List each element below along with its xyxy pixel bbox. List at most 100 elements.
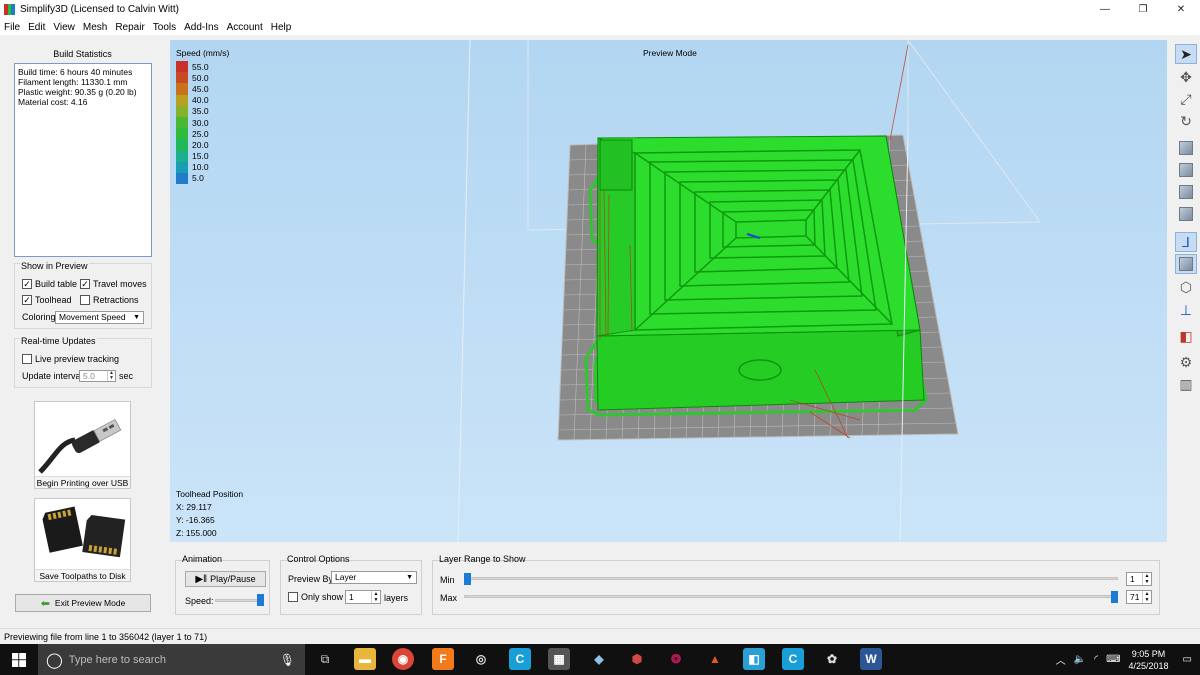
- save-toolpaths-label: Save Toolpaths to Disk: [35, 569, 130, 581]
- app-cube-icon[interactable]: ◆: [588, 648, 610, 670]
- only-show-option[interactable]: Only show: [288, 592, 343, 602]
- legend-value: 10.0: [192, 162, 209, 173]
- toolhead-position-title: Toolhead Position: [176, 489, 244, 499]
- clock[interactable]: 9:05 PM 4/25/2018: [1129, 648, 1169, 672]
- menu-view[interactable]: View: [53, 22, 75, 33]
- live-preview-option[interactable]: Live preview tracking: [22, 354, 119, 364]
- exit-preview-button[interactable]: ⬅ Exit Preview Mode: [15, 594, 151, 612]
- view-right-button[interactable]: [1175, 204, 1197, 224]
- build-statistics-box: Build time: 6 hours 40 minutes Filament …: [14, 63, 152, 257]
- max-layer-slider-handle[interactable]: [1111, 591, 1118, 603]
- rotate-tool-button[interactable]: ↻: [1175, 111, 1197, 131]
- menu-account[interactable]: Account: [227, 22, 263, 33]
- tray-chevron-icon[interactable]: ︿: [1056, 652, 1066, 667]
- solid-view-button[interactable]: [1175, 254, 1197, 274]
- task-view-icon[interactable]: ⧉: [314, 648, 336, 670]
- wireframe-view-button[interactable]: ⬡: [1175, 277, 1197, 297]
- menu-edit[interactable]: Edit: [28, 22, 45, 33]
- minimize-button[interactable]: —: [1086, 0, 1124, 19]
- show-in-preview-title: Show in Preview: [20, 261, 89, 271]
- back-arrow-icon: ⬅: [40, 597, 50, 610]
- begin-printing-usb-tile[interactable]: Begin Printing over USB: [34, 401, 131, 489]
- update-interval-spinner[interactable]: 5.0 ▲ ▼: [79, 370, 116, 382]
- coloring-select[interactable]: Movement Speed ▼: [55, 311, 144, 324]
- retractions-option[interactable]: Retractions: [80, 295, 139, 305]
- preview-viewport[interactable]: Speed (mm/s) 55.0 50.0 45.0 40.0 35.0 30.0 25.…: [170, 40, 1167, 542]
- view-left-button[interactable]: [1175, 182, 1197, 202]
- retractions-checkbox[interactable]: [80, 295, 90, 305]
- axes-toggle-button[interactable]: ⅃: [1175, 232, 1197, 252]
- spinner-arrows-icon: ▲ ▼: [371, 591, 380, 603]
- section-view-button[interactable]: ⊥: [1175, 300, 1197, 320]
- supports-button[interactable]: ▥: [1175, 374, 1197, 394]
- simplify3d-logo-icon: [4, 4, 16, 15]
- move-tool-button[interactable]: ✥: [1175, 67, 1197, 87]
- speed-legend-title: Speed (mm/s): [176, 48, 230, 58]
- menu-help[interactable]: Help: [271, 22, 292, 33]
- file-explorer-icon[interactable]: ▬: [354, 648, 376, 670]
- scale-tool-button[interactable]: ⤢: [1175, 89, 1197, 109]
- menu-mesh[interactable]: Mesh: [83, 22, 107, 33]
- app-triangle-icon[interactable]: ▲: [704, 648, 726, 670]
- menu-repair[interactable]: Repair: [115, 22, 144, 33]
- speed-slider-handle[interactable]: [256, 594, 264, 606]
- chrome-icon[interactable]: ◉: [392, 648, 414, 670]
- select-tool-button[interactable]: ➤: [1175, 44, 1197, 64]
- toolpath-preview-scene[interactable]: [170, 40, 1167, 542]
- stat-build-time: Build time: 6 hours 40 minutes: [18, 67, 133, 77]
- toolhead-option[interactable]: ✓ Toolhead: [22, 295, 72, 305]
- toolhead-checkbox[interactable]: ✓: [22, 295, 32, 305]
- preview-by-select[interactable]: Layer ▼: [331, 571, 417, 584]
- simplify3d-taskbar-icon[interactable]: ▦: [548, 648, 570, 670]
- app-gem-icon[interactable]: ⬢: [626, 648, 648, 670]
- settings-button[interactable]: ⚙: [1175, 352, 1197, 372]
- restore-button[interactable]: ❐: [1124, 0, 1162, 19]
- davinci-icon[interactable]: ❂: [665, 648, 687, 670]
- taskbar-search[interactable]: ◯ Type here to search 🎙: [38, 644, 305, 675]
- only-show-layers-spinner[interactable]: 1 ▲ ▼: [345, 590, 381, 604]
- right-toolbar: ➤ ✥ ⤢ ↻ ⅃ ⬡ ⊥ ◧ ⚙ ▥: [1170, 40, 1200, 600]
- max-layer-slider-track[interactable]: [464, 595, 1118, 598]
- obs-icon[interactable]: ◎: [470, 648, 492, 670]
- live-preview-checkbox[interactable]: [22, 354, 32, 364]
- cura-icon[interactable]: C: [509, 648, 531, 670]
- cross-section-button[interactable]: ◧: [1175, 326, 1197, 346]
- travel-moves-checkbox[interactable]: ✓: [80, 279, 90, 289]
- volume-icon[interactable]: 🔈: [1074, 654, 1086, 665]
- stat-material-cost: Material cost: 4.16: [18, 97, 88, 107]
- app-blue-icon[interactable]: ◧: [743, 648, 765, 670]
- min-layer-slider-handle[interactable]: [464, 573, 471, 585]
- view-top-button[interactable]: [1175, 160, 1197, 180]
- animation-group: [175, 560, 270, 615]
- play-pause-button[interactable]: ▶‖ Play/Pause: [185, 571, 266, 587]
- max-layer-spinner[interactable]: 71 ▲ ▼: [1126, 590, 1152, 604]
- build-table-option[interactable]: ✓ Build table: [22, 279, 77, 289]
- speed-slider-track[interactable]: [215, 599, 263, 602]
- notifications-icon[interactable]: ▭: [1183, 654, 1192, 665]
- preview-controls: Animation ▶‖ Play/Pause Speed: Control O…: [170, 544, 1167, 628]
- supports-icon: ▥: [1179, 375, 1193, 392]
- spinner-arrows-icon: ▲ ▼: [107, 371, 115, 381]
- min-layer-slider-track[interactable]: [464, 577, 1118, 580]
- cura-alt-icon[interactable]: C: [782, 648, 804, 670]
- word-icon[interactable]: W: [860, 648, 882, 670]
- menu-file[interactable]: File: [4, 22, 20, 33]
- close-button[interactable]: ✕: [1162, 0, 1200, 19]
- build-table-checkbox[interactable]: ✓: [22, 279, 32, 289]
- title-bar: Simplify3D (Licensed to Calvin Witt) — ❐…: [0, 0, 1200, 19]
- dropdown-arrow-icon: ▼: [406, 574, 413, 581]
- travel-moves-option[interactable]: ✓ Travel moves: [80, 279, 147, 289]
- network-icon[interactable]: ◜: [1094, 654, 1098, 665]
- min-layer-spinner[interactable]: 1 ▲ ▼: [1126, 572, 1152, 586]
- menu-addins[interactable]: Add-Ins: [184, 22, 218, 33]
- save-toolpaths-tile[interactable]: Save Toolpaths to Disk: [34, 498, 131, 582]
- legend-row: 50.0: [176, 72, 209, 84]
- max-label: Max: [440, 593, 458, 603]
- fusion-icon[interactable]: F: [432, 648, 454, 670]
- app-paint-icon[interactable]: ✿: [821, 648, 843, 670]
- start-button[interactable]: [0, 644, 38, 675]
- keyboard-icon[interactable]: ⌨: [1106, 654, 1120, 665]
- only-show-checkbox[interactable]: [288, 592, 298, 602]
- menu-tools[interactable]: Tools: [153, 22, 176, 33]
- view-front-button[interactable]: [1175, 138, 1197, 158]
